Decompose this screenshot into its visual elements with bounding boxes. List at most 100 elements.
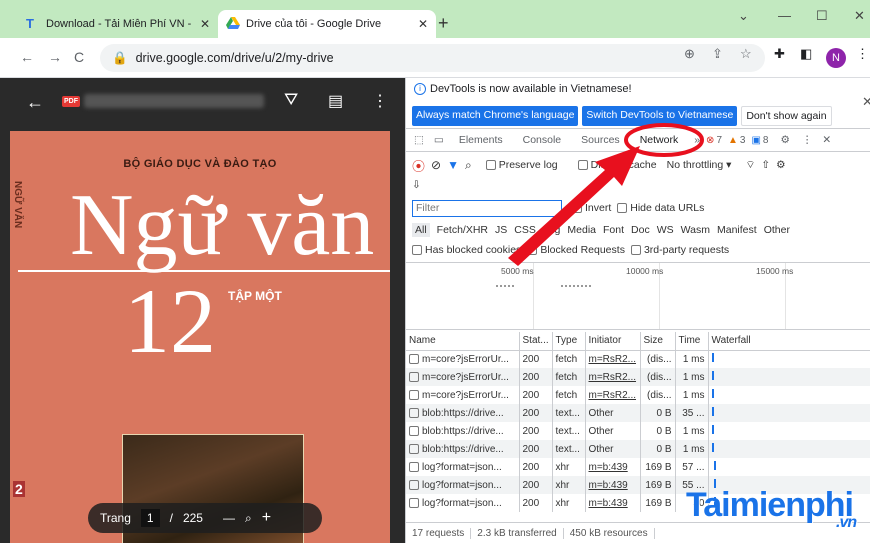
- network-conditions-icon[interactable]: ⌔: [745, 158, 755, 172]
- forward-arrow-icon[interactable]: →: [48, 49, 62, 65]
- network-settings-icon[interactable]: ⚙: [776, 159, 785, 171]
- type-filter-fetch-xhr[interactable]: Fetch/XHR: [437, 224, 488, 236]
- zoom-in-button[interactable]: +: [262, 509, 271, 527]
- zoom-out-button[interactable]: —: [223, 511, 235, 525]
- type-filter-wasm[interactable]: Wasm: [681, 224, 710, 236]
- type-filter-css[interactable]: CSS: [514, 224, 536, 236]
- import-har-icon[interactable]: ⇧: [761, 159, 770, 171]
- tab-elements[interactable]: Elements: [449, 134, 513, 146]
- bookmark-star-icon[interactable]: ☆: [740, 46, 752, 62]
- search-icon[interactable]: ⌕: [465, 158, 472, 173]
- tab-network[interactable]: Network: [630, 134, 689, 146]
- type-filter-manifest[interactable]: Manifest: [717, 224, 757, 236]
- side-panel-icon[interactable]: ◧: [800, 46, 812, 62]
- type-filter-other[interactable]: Other: [764, 224, 790, 236]
- match-chrome-language-button[interactable]: Always match Chrome's language: [412, 106, 579, 126]
- reload-icon[interactable]: C: [74, 49, 84, 65]
- disable-cache-checkbox[interactable]: Disable cache: [577, 159, 657, 171]
- close-banner-icon[interactable]: ✕: [862, 94, 870, 110]
- column-header-time[interactable]: Time: [675, 332, 709, 351]
- inspect-element-icon[interactable]: ⬚: [406, 134, 429, 146]
- cell-name: log?format=json...: [422, 461, 502, 473]
- print-icon[interactable]: ▤: [328, 91, 343, 111]
- tab-download[interactable]: T Download - Tải Miễn Phí VN - Ph ✕: [18, 10, 218, 38]
- switch-to-vietnamese-button[interactable]: Switch DevTools to Vietnamese: [582, 106, 738, 126]
- settings-gear-icon[interactable]: ⚙: [774, 134, 795, 146]
- page-label: Trang: [100, 511, 131, 525]
- table-row[interactable]: m=core?jsErrorUr... 200 fetch m=RsR2... (dis…: [406, 386, 870, 404]
- address-bar[interactable]: 🔒 drive.google.com/drive/u/2/my-drive: [100, 44, 765, 72]
- column-header-size[interactable]: Size: [640, 332, 676, 351]
- type-filter-media[interactable]: Media: [567, 224, 596, 236]
- tab-google-drive[interactable]: Drive của tôi - Google Drive ✕: [218, 10, 436, 38]
- export-har-icon[interactable]: ⇩: [412, 179, 421, 191]
- device-toolbar-icon[interactable]: ▭: [429, 134, 449, 146]
- cell-initiator[interactable]: m=b:439: [589, 462, 628, 473]
- column-header-waterfall[interactable]: Waterfall: [708, 332, 870, 351]
- type-filter-all[interactable]: All: [412, 223, 430, 237]
- type-filter-doc[interactable]: Doc: [631, 224, 650, 236]
- cell-initiator[interactable]: m=b:439: [589, 498, 628, 509]
- column-header-type[interactable]: Type: [552, 332, 586, 351]
- table-row[interactable]: log?format=json... 200 xhr m=b:439 169 B 57 .…: [406, 458, 870, 476]
- message-count-badge[interactable]: ▣ 8: [751, 135, 768, 146]
- maximize-button[interactable]: ☐: [816, 8, 828, 24]
- add-to-drive-icon[interactable]: ⛛: [284, 90, 298, 110]
- filter-funnel-icon[interactable]: ▼: [447, 158, 459, 172]
- more-options-icon[interactable]: ⋮: [372, 91, 388, 111]
- tab-close-icon[interactable]: ✕: [200, 17, 210, 31]
- clear-icon[interactable]: ⊘: [431, 158, 441, 172]
- tab-search-chevron-icon[interactable]: ⌄: [738, 8, 749, 24]
- menu-kebab-icon[interactable]: ⋮: [856, 46, 869, 62]
- third-party-checkbox[interactable]: 3rd-party requests: [630, 244, 729, 256]
- cell-initiator[interactable]: m=RsR2...: [589, 390, 637, 401]
- tab-sources[interactable]: Sources: [571, 134, 630, 146]
- share-icon[interactable]: ⇪: [712, 46, 723, 62]
- more-tabs-icon[interactable]: »: [688, 134, 706, 146]
- record-icon[interactable]: ⦿: [412, 156, 425, 175]
- column-header-status[interactable]: Stat...: [519, 332, 553, 351]
- error-count-badge[interactable]: ⊗ 7: [706, 135, 722, 146]
- install-app-icon[interactable]: ⊕: [684, 46, 695, 62]
- column-header-name[interactable]: Name: [406, 332, 520, 351]
- tab-console[interactable]: Console: [513, 134, 572, 146]
- column-header-initiator[interactable]: Initiator: [585, 332, 641, 351]
- invert-checkbox[interactable]: Invert: [572, 202, 611, 214]
- extensions-puzzle-icon[interactable]: ✚: [774, 46, 785, 62]
- table-row[interactable]: blob:https://drive... 200 text... Other 0 B 1…: [406, 422, 870, 440]
- network-toolbar: ⦿ ⊘ ▼ ⌕ Preserve log Disable cache No th…: [406, 154, 870, 176]
- minimize-button[interactable]: —: [778, 8, 791, 23]
- type-filter-ws[interactable]: WS: [657, 224, 674, 236]
- type-filter-js[interactable]: JS: [495, 224, 507, 236]
- close-devtools-icon[interactable]: ✕: [818, 134, 835, 146]
- tab-close-icon[interactable]: ✕: [418, 17, 428, 31]
- throttling-select[interactable]: No throttling ▾: [667, 159, 732, 171]
- hide-data-urls-checkbox[interactable]: Hide data URLs: [617, 202, 704, 214]
- filter-input[interactable]: Filter: [412, 199, 562, 217]
- table-header-row: Name Stat... Type Initiator Size Time Wa…: [406, 332, 870, 351]
- page-number-input[interactable]: 1: [140, 509, 160, 527]
- table-row[interactable]: blob:https://drive... 200 text... Other 0 B 1…: [406, 440, 870, 458]
- devtools-menu-icon[interactable]: ⋮: [796, 134, 819, 146]
- back-arrow-icon[interactable]: ←: [20, 49, 34, 65]
- table-row[interactable]: blob:https://drive... 200 text... Other 0 B 3…: [406, 404, 870, 422]
- back-arrow-icon[interactable]: ←: [26, 92, 44, 113]
- dont-show-again-button[interactable]: Don't show again: [741, 106, 832, 126]
- blocked-requests-checkbox[interactable]: Blocked Requests: [527, 244, 625, 256]
- new-tab-button[interactable]: +: [438, 13, 449, 34]
- cell-name: blob:https://drive...: [422, 425, 504, 437]
- zoom-magnifier-icon[interactable]: ⌕: [245, 511, 252, 526]
- cell-initiator[interactable]: m=RsR2...: [589, 354, 637, 365]
- close-window-button[interactable]: ✕: [854, 8, 865, 24]
- cell-initiator[interactable]: m=b:439: [589, 480, 628, 491]
- blocked-cookies-checkbox[interactable]: Has blocked cookies: [412, 244, 521, 256]
- type-filter-img[interactable]: Img: [543, 224, 561, 236]
- network-overview-timeline[interactable]: 5000 ms 10000 ms 15000 ms: [406, 262, 870, 330]
- profile-avatar[interactable]: N: [826, 48, 846, 68]
- type-filter-font[interactable]: Font: [603, 224, 624, 236]
- table-row[interactable]: m=core?jsErrorUr... 200 fetch m=RsR2... (dis…: [406, 368, 870, 386]
- table-row[interactable]: m=core?jsErrorUr... 200 fetch m=RsR2... (dis…: [406, 350, 870, 368]
- preserve-log-checkbox[interactable]: Preserve log: [485, 159, 558, 171]
- cell-initiator[interactable]: m=RsR2...: [589, 372, 637, 383]
- warning-count-badge[interactable]: ▲ 3: [728, 135, 745, 146]
